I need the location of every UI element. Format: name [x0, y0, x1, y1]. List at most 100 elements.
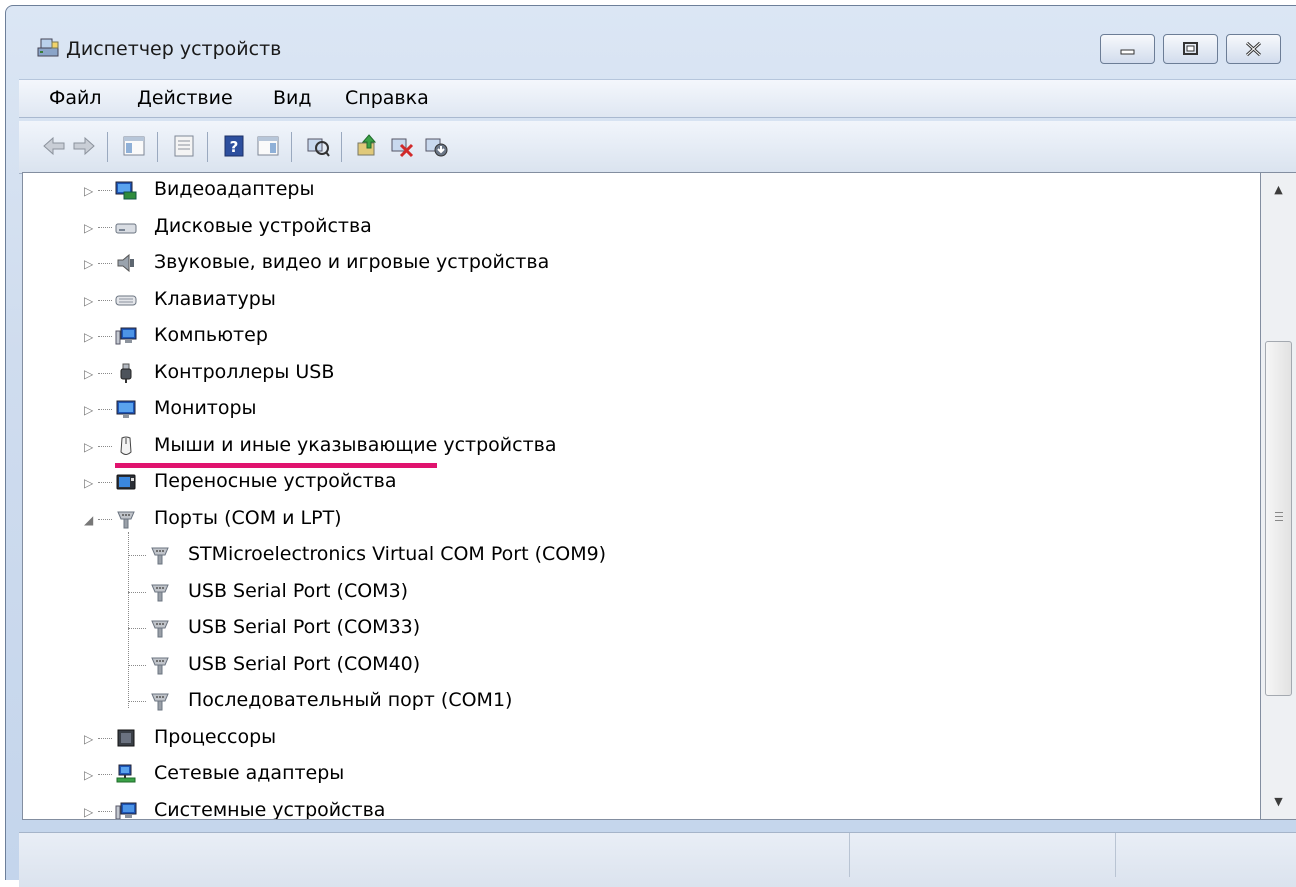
expand-triangle-icon[interactable]: ▷ — [84, 403, 93, 417]
minimize-icon — [1120, 49, 1135, 55]
svg-text:?: ? — [230, 138, 239, 156]
grip-line — [1275, 512, 1283, 515]
tree-connector — [98, 774, 112, 775]
scroll-up-arrow-icon[interactable]: ▲ — [1261, 173, 1296, 207]
update-driver-icon[interactable] — [355, 133, 381, 159]
tree-connector — [98, 445, 112, 447]
expand-triangle-icon[interactable]: ▷ — [84, 330, 93, 344]
expand-triangle-icon[interactable]: ▷ — [84, 476, 93, 490]
tree-category-row[interactable]: ▷ Сетевые адаптеры — [23, 759, 1260, 789]
vertical-scrollbar[interactable]: ▲ ▼ — [1261, 172, 1296, 820]
window-title: Диспетчер устройств — [66, 38, 282, 60]
forward-icon[interactable] — [71, 133, 97, 159]
tree-item-label: Процессоры — [154, 725, 277, 748]
tree-device-row[interactable]: Последовательный порт (COM1) — [23, 686, 1260, 716]
tree-item-label: USB Serial Port (COM3) — [188, 579, 409, 602]
toolbar-separator — [107, 132, 108, 162]
tree-connector — [98, 482, 112, 483]
tree-connector — [98, 518, 112, 520]
toolbar-separator — [157, 132, 158, 162]
tree-item-label: Последовательный порт (COM1) — [188, 689, 513, 711]
display-adapter-icon — [115, 181, 137, 200]
tree-category-row[interactable]: ▷ Дисковые устройства — [23, 212, 1260, 242]
expand-triangle-icon[interactable]: ▷ — [84, 440, 93, 454]
monitor-icon — [116, 400, 136, 418]
port-icon — [151, 547, 169, 565]
menu-view[interactable]: Вид — [273, 87, 312, 109]
close-button[interactable] — [1226, 34, 1281, 64]
tree-item-label: STMicroelectronics Virtual COM Port (COM… — [188, 543, 607, 565]
toolbar-separator — [291, 132, 292, 162]
tree-category-row[interactable]: ◢ Порты (COM и LPT) — [23, 504, 1260, 534]
port-icon — [151, 620, 169, 638]
menu-help[interactable]: Справка — [345, 87, 429, 109]
title-bar[interactable]: Диспетчер устройств — [6, 6, 1296, 86]
collapse-triangle-icon[interactable]: ◢ — [84, 513, 93, 527]
close-icon — [1245, 41, 1262, 57]
show-action-pane-icon[interactable] — [255, 133, 281, 159]
tree-item-label: Контроллеры USB — [154, 360, 335, 383]
port-icon — [151, 584, 169, 601]
tree-category-row[interactable]: ▷ Компьютер — [23, 321, 1260, 351]
expand-triangle-icon[interactable]: ▷ — [84, 768, 93, 782]
scroll-down-arrow-icon[interactable]: ▼ — [1261, 785, 1296, 819]
tree-category-row[interactable]: ▷ Видеоадаптеры — [23, 175, 1260, 205]
maximize-button[interactable] — [1163, 34, 1218, 64]
tree-device-row[interactable]: STMicroelectronics Virtual COM Port (COM… — [23, 540, 1260, 570]
expand-triangle-icon[interactable]: ▷ — [84, 294, 93, 308]
tree-category-row[interactable]: ▷ Системные устройства — [23, 796, 1260, 819]
device-tree: ▷ Видеоадаптеры ▷ Дисковые устройства ▷ Звуко… — [22, 172, 1261, 820]
system-device-icon — [115, 802, 137, 819]
usb-plug-icon — [120, 363, 132, 383]
menu-file[interactable]: Файл — [49, 87, 102, 109]
properties-icon[interactable] — [171, 133, 197, 159]
status-bar — [19, 832, 1296, 887]
tree-connector — [128, 701, 146, 702]
tree-device-row[interactable]: USB Serial Port (COM3) — [23, 577, 1260, 607]
tree-connector — [98, 810, 112, 812]
tree-item-label: Компьютер — [154, 324, 268, 346]
tree-item-label: Мыши и иные указывающие устройства — [154, 433, 557, 456]
expand-triangle-icon[interactable]: ▷ — [84, 805, 93, 819]
expand-triangle-icon[interactable]: ▷ — [84, 257, 93, 271]
tree-category-row[interactable]: ▷ Контроллеры USB — [23, 358, 1260, 388]
mouse-icon — [120, 436, 132, 455]
disk-drive-icon — [115, 223, 137, 233]
status-cell-main — [19, 833, 850, 877]
scan-hardware-icon[interactable] — [305, 133, 331, 159]
back-icon[interactable] — [41, 133, 67, 159]
expand-triangle-icon[interactable]: ▷ — [84, 367, 93, 381]
tree-connector — [128, 555, 146, 556]
disable-icon[interactable] — [423, 133, 449, 159]
scroll-thumb[interactable] — [1265, 341, 1292, 696]
menu-action[interactable]: Действие — [137, 87, 233, 109]
tree-category-row[interactable]: ▷ Мыши и иные указывающие устройства — [23, 431, 1260, 461]
expand-triangle-icon[interactable]: ▷ — [84, 221, 93, 235]
highlight-underline — [115, 463, 437, 468]
tree-connector — [98, 372, 112, 374]
tree-connector — [128, 664, 146, 666]
tree-category-row[interactable]: ▷ Переносные устройства — [23, 467, 1260, 497]
tree-item-label: USB Serial Port (COM33) — [188, 616, 421, 638]
tree-item-label: USB Serial Port (COM40) — [188, 652, 421, 675]
status-cell-2 — [849, 833, 1116, 877]
expand-triangle-icon[interactable]: ▷ — [84, 732, 93, 746]
tree-device-row[interactable]: USB Serial Port (COM40) — [23, 650, 1260, 680]
tree-category-row[interactable]: ▷ Клавиатуры — [23, 285, 1260, 315]
minimize-button[interactable] — [1100, 34, 1155, 64]
menu-bar: Файл Действие Вид Справка — [19, 79, 1296, 118]
help-icon[interactable]: ? — [221, 133, 247, 159]
uninstall-icon[interactable] — [389, 133, 415, 159]
tree-connector — [98, 190, 112, 191]
tree-category-row[interactable]: ▷ Звуковые, видео и игровые устройства — [23, 248, 1260, 278]
tree-device-row[interactable]: USB Serial Port (COM33) — [23, 613, 1260, 643]
tree-category-row[interactable]: ▷ Процессоры — [23, 723, 1260, 753]
expand-triangle-icon[interactable]: ▷ — [84, 184, 93, 198]
show-hide-console-tree-icon[interactable] — [121, 133, 147, 159]
device-manager-icon — [37, 38, 59, 57]
keyboard-icon — [115, 295, 137, 305]
portable-device-icon — [116, 474, 136, 490]
tree-item-label: Сетевые адаптеры — [154, 762, 345, 784]
tree-connector — [128, 628, 146, 629]
tree-category-row[interactable]: ▷ Мониторы — [23, 394, 1260, 424]
